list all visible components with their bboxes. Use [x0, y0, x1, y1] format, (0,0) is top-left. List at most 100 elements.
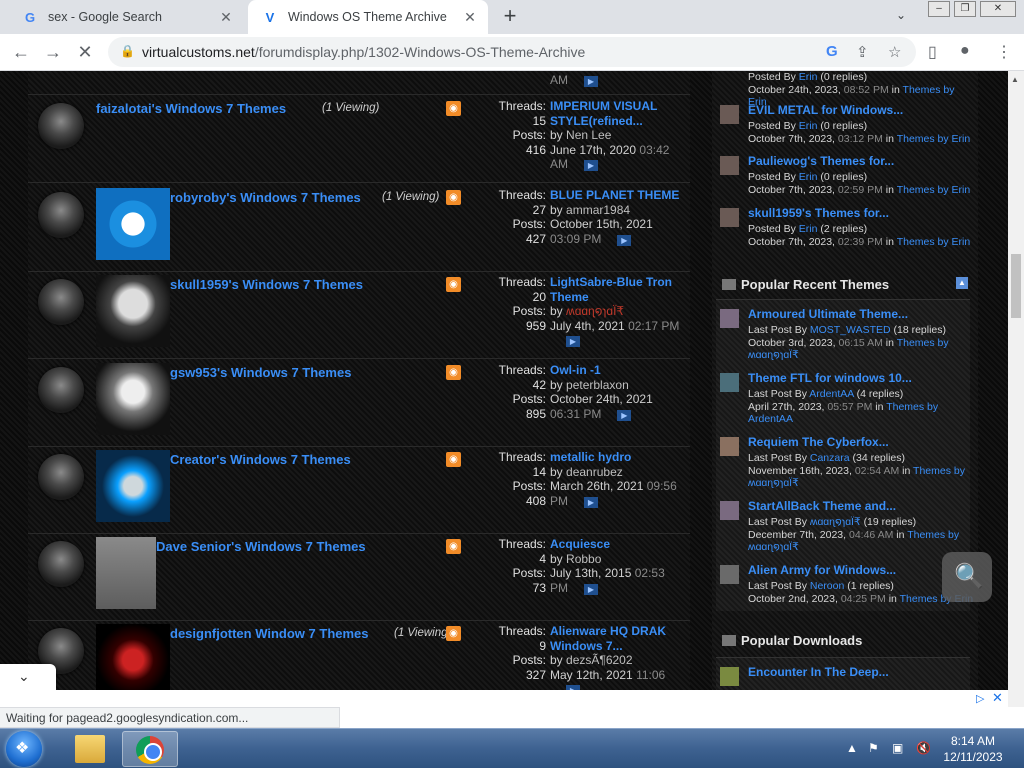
- google-lens-icon[interactable]: G: [826, 43, 838, 60]
- back-button[interactable]: ←: [10, 42, 32, 63]
- popular-theme-link[interactable]: Theme FTL for windows 10...: [748, 371, 912, 385]
- address-bar[interactable]: 🔒 virtualcustoms.net/forumdisplay.php/13…: [108, 37, 916, 67]
- last-post-title-link[interactable]: LightSabre-Blue Tron Theme: [550, 275, 672, 304]
- poster-link[interactable]: ʍɑɑɳ໑ɿɑÏ₹: [810, 516, 861, 528]
- popular-theme-link[interactable]: StartAllBack Theme and...: [748, 499, 896, 513]
- forum-title-link[interactable]: gsw953's Windows 7 Themes: [170, 365, 351, 380]
- floating-search-button[interactable]: 🔍: [942, 552, 992, 602]
- go-to-last-post-icon[interactable]: ▶: [584, 76, 598, 87]
- last-poster-link[interactable]: ammar1984: [566, 203, 630, 217]
- bookmark-star-icon[interactable]: ☆: [888, 43, 901, 61]
- forum-link[interactable]: Themes by Erin: [897, 236, 971, 248]
- minimize-button[interactable]: –: [928, 1, 950, 17]
- poster-link[interactable]: ArdentAA: [809, 388, 853, 400]
- forum-link[interactable]: Themes by Erin: [897, 133, 971, 145]
- action-center-icon[interactable]: ⚑: [868, 741, 879, 755]
- volume-muted-icon[interactable]: 🔇: [916, 741, 931, 755]
- stop-loading-button[interactable]: ✕: [74, 42, 96, 63]
- collapse-section-icon[interactable]: ▲: [956, 277, 968, 289]
- last-poster-link[interactable]: deanrubez: [566, 465, 623, 479]
- close-tab-icon[interactable]: ✕: [460, 9, 480, 26]
- maximize-button[interactable]: ❐: [954, 1, 976, 17]
- taskbar-clock[interactable]: 8:14 AM 12/11/2023: [940, 733, 1006, 765]
- close-tab-icon[interactable]: ✕: [216, 9, 236, 26]
- forum-title-link[interactable]: robyroby's Windows 7 Themes: [170, 190, 361, 205]
- poster-link[interactable]: Erin: [799, 71, 818, 83]
- last-post-title-link[interactable]: BLUE PLANET THEME: [550, 188, 679, 202]
- menu-kebab-icon[interactable]: ⋮: [996, 42, 1012, 62]
- sidebar-thread-link[interactable]: EVIL METAL for Windows...: [748, 103, 903, 117]
- go-to-last-post-icon[interactable]: ▶: [584, 496, 598, 508]
- scroll-up-icon[interactable]: ▲: [1011, 75, 1019, 84]
- last-poster-link[interactable]: dezsÃ¶6202: [566, 653, 633, 667]
- poster-link[interactable]: Erin: [799, 120, 818, 132]
- scrollbar-thumb[interactable]: [1011, 254, 1021, 318]
- taskbar-chrome[interactable]: [122, 731, 178, 767]
- last-poster-link[interactable]: Nen Lee: [566, 128, 611, 142]
- last-post-title-link[interactable]: Alienware HQ DRAK Windows 7...: [550, 624, 666, 653]
- network-icon[interactable]: ▣: [892, 741, 903, 755]
- last-post-title-link[interactable]: IMPERIUM VISUAL STYLE(refined...: [550, 99, 657, 128]
- tab-google-search[interactable]: G sex - Google Search ✕: [8, 0, 244, 34]
- ad-choices-icon[interactable]: ▷: [976, 692, 984, 705]
- poster-link[interactable]: Canzara: [810, 452, 850, 464]
- forward-button[interactable]: →: [42, 42, 64, 63]
- threads-count: 27: [532, 202, 546, 217]
- popular-theme-link[interactable]: Alien Army for Windows...: [748, 563, 896, 577]
- go-to-last-post-icon[interactable]: ▶: [584, 583, 598, 595]
- ad-close-icon[interactable]: ✕: [992, 690, 1003, 706]
- rss-feed-icon[interactable]: ◉: [446, 452, 461, 467]
- last-poster-link[interactable]: ʍɑɑɳ໑ɿɑÏ₹: [566, 304, 624, 318]
- tab-theme-archive[interactable]: V Windows OS Theme Archive ✕: [248, 0, 488, 34]
- rss-feed-icon[interactable]: ◉: [446, 539, 461, 554]
- new-tab-button[interactable]: +: [498, 5, 522, 29]
- forum-link[interactable]: Themes by Erin: [897, 184, 971, 196]
- forum-stats: Threads: 4 Posts: 73: [466, 537, 546, 595]
- show-hidden-icons-icon[interactable]: ▲: [846, 741, 858, 755]
- rss-feed-icon[interactable]: ◉: [446, 626, 461, 641]
- poster-link[interactable]: Erin: [799, 171, 818, 183]
- go-to-last-post-icon[interactable]: ▶: [566, 336, 580, 347]
- go-to-last-post-icon[interactable]: ▶: [617, 234, 632, 246]
- go-to-last-post-icon[interactable]: ▶: [584, 160, 598, 171]
- forum-thumbnail[interactable]: [96, 450, 170, 522]
- tab-search-chevron-icon[interactable]: ⌄: [896, 8, 906, 22]
- share-icon[interactable]: ⇪: [856, 43, 869, 61]
- sidebar-thread-link[interactable]: Pauliewog's Themes for...: [748, 154, 894, 168]
- rss-feed-icon[interactable]: ◉: [446, 365, 461, 380]
- taskbar-file-explorer[interactable]: [62, 731, 118, 767]
- forum-title-link[interactable]: faizalotai's Windows 7 Themes: [96, 101, 286, 116]
- popular-theme-link[interactable]: Armoured Ultimate Theme...: [748, 307, 908, 321]
- last-poster-link[interactable]: Robbo: [566, 552, 601, 566]
- rss-feed-icon[interactable]: ◉: [446, 190, 461, 205]
- ad-collapse-button[interactable]: ⌄: [0, 664, 56, 690]
- download-link[interactable]: Encounter In The Deep...: [748, 665, 889, 679]
- poster-link[interactable]: MOST_WASTED: [810, 324, 891, 336]
- page-scrollbar[interactable]: ▲ ▼: [1008, 71, 1024, 722]
- go-to-last-post-icon[interactable]: ▶: [617, 409, 632, 421]
- last-post-title-link[interactable]: Acquiesce: [550, 537, 610, 551]
- forum-thumbnail[interactable]: [96, 537, 156, 609]
- forum-title-link[interactable]: designfjotten Window 7 Themes: [170, 626, 369, 641]
- forum-title-link[interactable]: Dave Senior's Windows 7 Themes: [156, 539, 366, 554]
- last-post-title-link[interactable]: Owl-in -1: [550, 363, 601, 377]
- posts-label: Posts:: [512, 653, 546, 667]
- close-window-button[interactable]: ✕: [980, 1, 1016, 17]
- sidebar-thread-link[interactable]: skull1959's Themes for...: [748, 206, 889, 220]
- profile-avatar-icon[interactable]: ●: [960, 42, 970, 60]
- forum-thumbnail[interactable]: [96, 188, 170, 260]
- poster-link[interactable]: Erin: [799, 223, 818, 235]
- forum-title-link[interactable]: Creator's Windows 7 Themes: [170, 452, 351, 467]
- popular-theme-link[interactable]: Requiem The Cyberfox...: [748, 435, 889, 449]
- forum-title-link[interactable]: skull1959's Windows 7 Themes: [170, 277, 363, 292]
- forum-thumbnail[interactable]: [96, 363, 170, 435]
- start-button[interactable]: ❖: [6, 731, 42, 767]
- poster-link[interactable]: Neroon: [810, 580, 844, 592]
- rss-feed-icon[interactable]: ◉: [446, 101, 461, 116]
- forum-thumbnail[interactable]: [96, 275, 170, 347]
- rss-feed-icon[interactable]: ◉: [446, 277, 461, 292]
- last-poster-link[interactable]: peterblaxon: [566, 378, 629, 392]
- forum-thumbnail[interactable]: [96, 624, 170, 690]
- side-panel-icon[interactable]: ▯: [928, 42, 937, 62]
- last-post-title-link[interactable]: metallic hydro: [550, 450, 631, 464]
